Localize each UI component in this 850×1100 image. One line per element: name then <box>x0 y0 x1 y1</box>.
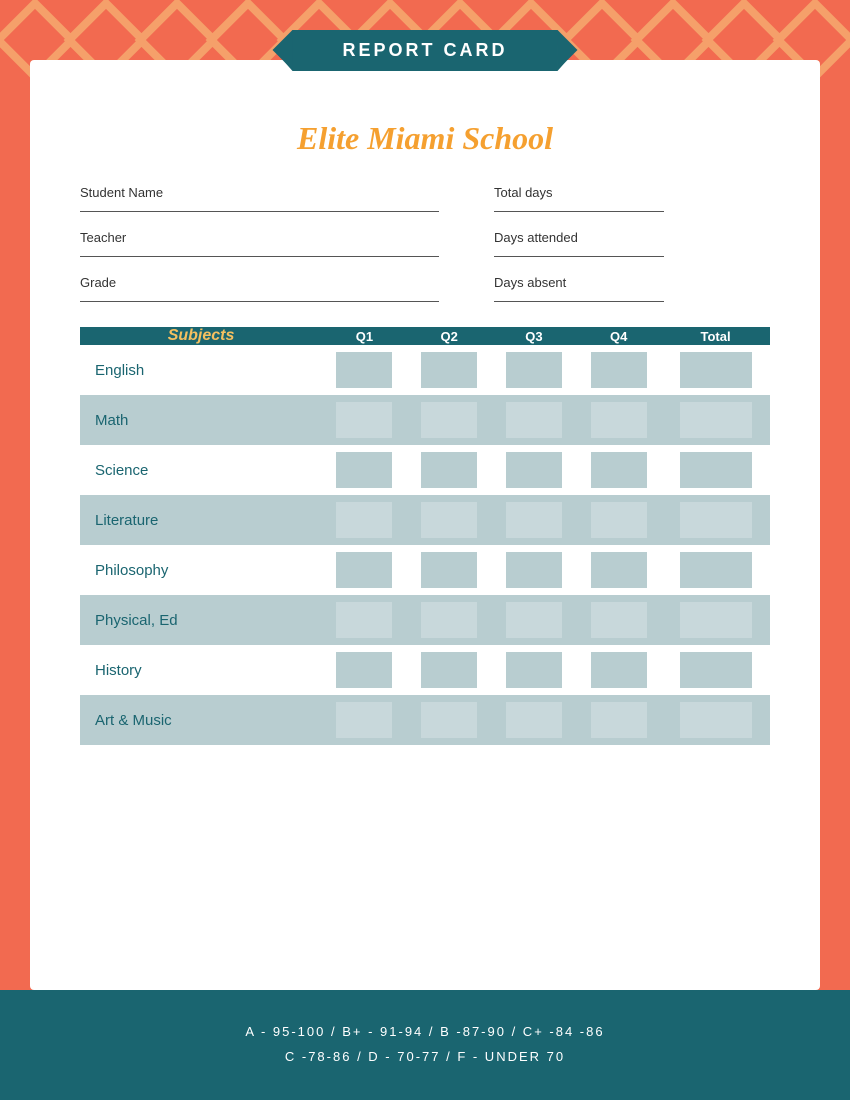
subject-cell: Literature <box>80 495 322 545</box>
total-grade-cell <box>661 545 770 595</box>
student-name-field: Student Name <box>80 185 439 212</box>
subjects-header: Subjects <box>80 327 322 345</box>
total-days-field: Total days <box>494 185 770 212</box>
q3-grade-cell <box>492 545 577 595</box>
grades-table: Subjects Q1 Q2 Q3 Q4 Total EnglishMathSc… <box>80 327 770 745</box>
table-row: Physical, Ed <box>80 595 770 645</box>
banner-title: REPORT CARD <box>342 40 507 60</box>
subject-cell: Math <box>80 395 322 445</box>
subject-cell: English <box>80 345 322 395</box>
teacher-field: Teacher <box>80 230 439 257</box>
q3-grade-cell <box>492 595 577 645</box>
grade-label: Grade <box>80 275 439 290</box>
school-name: Elite Miami School <box>80 120 770 157</box>
card-content: Elite Miami School Student Name Teacher … <box>30 70 820 765</box>
q2-grade-cell <box>407 545 492 595</box>
total-grade-cell <box>661 645 770 695</box>
table-row: Art & Music <box>80 695 770 745</box>
q3-grade-cell <box>492 395 577 445</box>
grading-line2: C -78-86 / D - 70-77 / F - UNDER 70 <box>245 1045 604 1070</box>
table-row: Literature <box>80 495 770 545</box>
subject-cell: Science <box>80 445 322 495</box>
total-grade-cell <box>661 445 770 495</box>
q1-grade-cell <box>322 395 407 445</box>
q3-grade-cell <box>492 345 577 395</box>
days-absent-line <box>494 294 664 302</box>
q4-grade-cell <box>576 645 661 695</box>
q2-grade-cell <box>407 345 492 395</box>
table-row: Science <box>80 445 770 495</box>
q2-grade-cell <box>407 645 492 695</box>
teacher-line <box>80 249 439 257</box>
banner-wrapper: REPORT CARD <box>292 30 557 71</box>
q4-header: Q4 <box>576 327 661 345</box>
table-row: Philosophy <box>80 545 770 595</box>
q3-grade-cell <box>492 695 577 745</box>
days-absent-label: Days absent <box>494 275 770 290</box>
total-grade-cell <box>661 595 770 645</box>
q4-grade-cell <box>576 595 661 645</box>
q4-grade-cell <box>576 445 661 495</box>
subject-cell: Philosophy <box>80 545 322 595</box>
table-row: English <box>80 345 770 395</box>
q1-header: Q1 <box>322 327 407 345</box>
total-header: Total <box>661 327 770 345</box>
q2-grade-cell <box>407 395 492 445</box>
total-grade-cell <box>661 345 770 395</box>
q3-grade-cell <box>492 645 577 695</box>
q4-grade-cell <box>576 545 661 595</box>
student-name-line <box>80 204 439 212</box>
q4-grade-cell <box>576 495 661 545</box>
q2-grade-cell <box>407 445 492 495</box>
days-attended-line <box>494 249 664 257</box>
grading-scale-footer: A - 95-100 / B+ - 91-94 / B -87-90 / C+ … <box>0 990 850 1100</box>
days-attended-label: Days attended <box>494 230 770 245</box>
q2-grade-cell <box>407 695 492 745</box>
student-name-label: Student Name <box>80 185 439 200</box>
q2-grade-cell <box>407 595 492 645</box>
table-row: History <box>80 645 770 695</box>
q3-header: Q3 <box>492 327 577 345</box>
grading-line1: A - 95-100 / B+ - 91-94 / B -87-90 / C+ … <box>245 1020 604 1045</box>
days-absent-field: Days absent <box>494 275 770 302</box>
q4-grade-cell <box>576 345 661 395</box>
total-days-label: Total days <box>494 185 770 200</box>
days-attended-field: Days attended <box>494 230 770 257</box>
report-card-banner: REPORT CARD <box>292 30 557 71</box>
q4-grade-cell <box>576 395 661 445</box>
info-left: Student Name Teacher Grade <box>80 185 439 302</box>
grade-field: Grade <box>80 275 439 302</box>
teacher-label: Teacher <box>80 230 439 245</box>
banner-left-deco <box>274 30 292 71</box>
table-header-row: Subjects Q1 Q2 Q3 Q4 Total <box>80 327 770 345</box>
report-card: Elite Miami School Student Name Teacher … <box>30 60 820 990</box>
q4-grade-cell <box>576 695 661 745</box>
grading-scale-text: A - 95-100 / B+ - 91-94 / B -87-90 / C+ … <box>245 1020 604 1069</box>
info-section: Student Name Teacher Grade Total days <box>80 185 770 302</box>
banner-right-deco <box>558 30 576 71</box>
total-grade-cell <box>661 395 770 445</box>
grade-line <box>80 294 439 302</box>
q1-grade-cell <box>322 495 407 545</box>
subject-cell: Physical, Ed <box>80 595 322 645</box>
info-right: Total days Days attended Days absent <box>494 185 770 302</box>
table-row: Math <box>80 395 770 445</box>
q1-grade-cell <box>322 445 407 495</box>
total-grade-cell <box>661 695 770 745</box>
q3-grade-cell <box>492 495 577 545</box>
q2-grade-cell <box>407 495 492 545</box>
subject-cell: Art & Music <box>80 695 322 745</box>
q1-grade-cell <box>322 545 407 595</box>
subject-cell: History <box>80 645 322 695</box>
q1-grade-cell <box>322 695 407 745</box>
total-days-line <box>494 204 664 212</box>
total-grade-cell <box>661 495 770 545</box>
q1-grade-cell <box>322 595 407 645</box>
q1-grade-cell <box>322 345 407 395</box>
q3-grade-cell <box>492 445 577 495</box>
q2-header: Q2 <box>407 327 492 345</box>
q1-grade-cell <box>322 645 407 695</box>
